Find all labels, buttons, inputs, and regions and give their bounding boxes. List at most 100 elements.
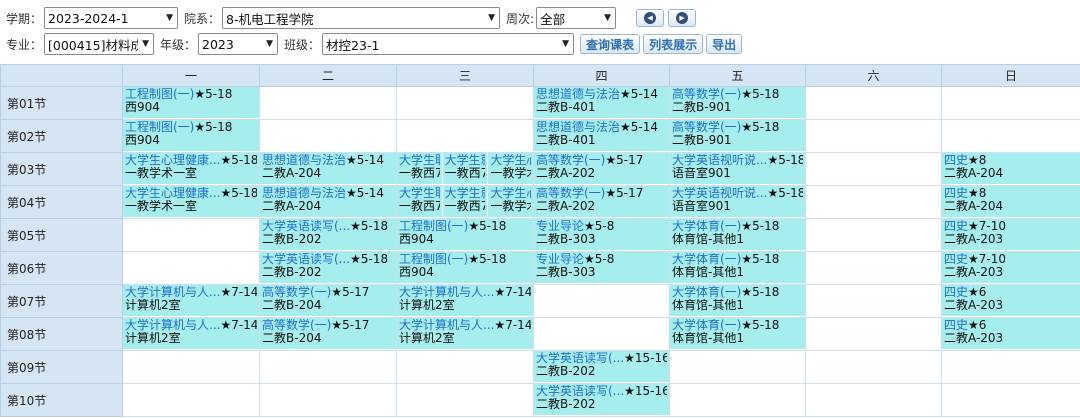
course-block[interactable]: 大学英语读写(...★15-16 二教B-202 — [534, 384, 669, 415]
course-block[interactable]: 大学生职一教西7 — [397, 153, 442, 184]
course-name-link[interactable]: 大学英语读写(... — [262, 220, 350, 233]
course-name-link[interactable]: 四史 — [944, 220, 968, 233]
course-name-link[interactable]: 大学体育(一) — [672, 220, 741, 233]
course-block[interactable]: 大学体育(一)★5-18 体育馆-其他1 — [670, 252, 805, 283]
course-name-link[interactable]: 高等数学(一) — [262, 286, 331, 299]
course-name-link[interactable]: 工程制图(一) — [125, 88, 194, 101]
course-block[interactable]: 大学生就一教西7 — [441, 186, 488, 217]
course-block[interactable]: 专业导论★5-8 二教B-303 — [534, 252, 669, 283]
course-name-link[interactable]: 专业导论 — [536, 253, 584, 266]
export-button[interactable]: 导出 — [706, 34, 743, 54]
course-name-link[interactable]: 大学生就 — [445, 187, 486, 200]
course-block[interactable]: 大学体育(一)★5-18 体育馆-其他1 — [670, 318, 805, 349]
course-block[interactable]: 工程制图(一)★5-18 西904 — [397, 252, 533, 283]
course-name-link[interactable]: 高等数学(一) — [672, 121, 741, 134]
course-block[interactable]: 思想道德与法治★5-14 二教B-401 — [534, 120, 669, 151]
course-name-link[interactable]: 大学计算机与人... — [399, 286, 494, 299]
course-name-link[interactable]: 高等数学(一) — [536, 187, 605, 200]
course-block[interactable]: 大学英语读写(...★5-18 二教B-202 — [260, 252, 396, 283]
course-name-link[interactable]: 大学英语读写(... — [262, 253, 350, 266]
course-name-link[interactable]: 大学生心理健康... — [125, 154, 220, 167]
course-block[interactable]: 大学生心理健康...★5-18 一教学术一室 — [123, 186, 259, 217]
course-block[interactable]: 大学计算机与人...★7-14 计算机2室 — [123, 285, 259, 316]
course-block[interactable]: 大学计算机与人...★7-14 计算机2室 — [397, 285, 533, 316]
course-name-link[interactable]: 工程制图(一) — [399, 253, 468, 266]
course-name-link[interactable]: 大学英语视听说... — [672, 187, 767, 200]
course-name-link[interactable]: 思想道德与法治 — [262, 187, 346, 200]
course-block[interactable]: 大学英语视听说...★5-18 语音室901 — [670, 186, 805, 217]
course-block[interactable]: 大学生职一教西7 — [397, 186, 442, 217]
course-block[interactable]: 大学体育(一)★5-18 体育馆-其他1 — [670, 219, 805, 250]
course-name-link[interactable]: 大学计算机与人... — [399, 319, 494, 332]
query-timetable-button[interactable]: 查询课表 — [580, 34, 641, 54]
course-block[interactable]: 四史★6 二教A-203 — [942, 318, 1080, 349]
course-name-link[interactable]: 大学体育(一) — [672, 253, 741, 266]
course-block[interactable]: 大学生就一教西7 — [441, 153, 488, 184]
course-name-link[interactable]: 大学生心 — [490, 187, 531, 200]
class-select[interactable]: 材控23-1 ▼ — [322, 33, 575, 55]
course-block[interactable]: 四史★8 二教A-204 — [942, 186, 1080, 217]
course-block[interactable]: 大学英语视听说...★5-18 语音室901 — [670, 153, 805, 184]
course-block[interactable]: 工程制图(一)★5-18 西904 — [123, 87, 259, 118]
list-view-button[interactable]: 列表展示 — [643, 34, 704, 54]
course-block[interactable]: 高等数学(一)★5-17 二教B-204 — [260, 285, 396, 316]
course-name-link[interactable]: 专业导论 — [536, 220, 584, 233]
course-name-link[interactable]: 思想道德与法治 — [536, 121, 620, 134]
course-name-link[interactable]: 思想道德与法治 — [262, 154, 346, 167]
course-block[interactable]: 高等数学(一)★5-18 二教B-901 — [670, 87, 805, 118]
course-block[interactable]: 工程制图(一)★5-18 西904 — [123, 120, 259, 151]
course-block[interactable]: 大学生心理健康...★5-18 一教学术一室 — [123, 153, 259, 184]
course-name-link[interactable]: 大学英语视听说... — [672, 154, 767, 167]
course-name-link[interactable]: 四史 — [944, 187, 968, 200]
course-name-link[interactable]: 大学生心理健康... — [125, 187, 220, 200]
next-week-button[interactable]: ▶ — [668, 9, 697, 27]
course-block[interactable]: 四史★7-10 二教A-203 — [942, 219, 1080, 250]
course-block[interactable]: 思想道德与法治★5-14 二教A-204 — [260, 153, 396, 184]
course-name-link[interactable]: 四史 — [944, 253, 968, 266]
course-name-link[interactable]: 大学英语读写(... — [536, 385, 624, 398]
course-block[interactable]: 高等数学(一)★5-17 二教A-202 — [534, 153, 669, 184]
course-name-link[interactable]: 大学计算机与人... — [125, 286, 220, 299]
prev-week-button[interactable]: ◀ — [636, 9, 665, 27]
grade-select[interactable]: 2023 ▼ — [198, 33, 279, 55]
course-name-link[interactable]: 高等数学(一) — [672, 88, 741, 101]
course-name-link[interactable]: 大学体育(一) — [672, 286, 741, 299]
course-block[interactable]: 大学英语读写(...★15-16 二教B-202 — [534, 351, 669, 382]
course-name-link[interactable]: 大学生职 — [399, 154, 440, 167]
course-block[interactable]: 大学计算机与人...★7-14 计算机2室 — [397, 318, 533, 349]
course-name-link[interactable]: 工程制图(一) — [399, 220, 468, 233]
course-block[interactable]: 四史★7-10 二教A-203 — [942, 252, 1080, 283]
course-block[interactable]: 大学生心一教学术 — [487, 153, 533, 184]
course-block[interactable]: 大学体育(一)★5-18 体育馆-其他1 — [670, 285, 805, 316]
course-name-link[interactable]: 四史 — [944, 286, 968, 299]
course-block[interactable]: 四史★8 二教A-204 — [942, 153, 1080, 184]
course-block[interactable]: 四史★6 二教A-203 — [942, 285, 1080, 316]
course-name-link[interactable]: 大学生职 — [399, 187, 440, 200]
course-block[interactable]: 专业导论★5-8 二教B-303 — [534, 219, 669, 250]
course-name-link[interactable]: 工程制图(一) — [125, 121, 194, 134]
course-name-link[interactable]: 大学生就 — [445, 154, 486, 167]
course-block[interactable]: 大学计算机与人...★7-14 计算机2室 — [123, 318, 259, 349]
course-block[interactable]: 思想道德与法治★5-14 二教B-401 — [534, 87, 669, 118]
major-select[interactable]: [000415]材料成型 ▼ — [44, 33, 155, 55]
course-name-link[interactable]: 高等数学(一) — [262, 319, 331, 332]
course-block[interactable]: 工程制图(一)★5-18 西904 — [397, 219, 533, 250]
course-room: 西904 — [125, 101, 160, 114]
course-block[interactable]: 高等数学(一)★5-17 二教A-202 — [534, 186, 669, 217]
course-block[interactable]: 高等数学(一)★5-18 二教B-901 — [670, 120, 805, 151]
course-block[interactable]: 大学英语读写(...★5-18 二教B-202 — [260, 219, 396, 250]
course-block[interactable]: 高等数学(一)★5-17 二教B-204 — [260, 318, 396, 349]
course-name-link[interactable]: 大学生心 — [490, 154, 531, 167]
term-select[interactable]: 2023-2024-1 ▼ — [44, 7, 179, 29]
course-name-link[interactable]: 大学体育(一) — [672, 319, 741, 332]
course-name-link[interactable]: 四史 — [944, 154, 968, 167]
dept-select[interactable]: 8-机电工程学院 ▼ — [222, 7, 501, 29]
week-select[interactable]: 全部 ▼ — [536, 7, 617, 29]
course-name-link[interactable]: 大学英语读写(... — [536, 352, 624, 365]
course-name-link[interactable]: 高等数学(一) — [536, 154, 605, 167]
course-name-link[interactable]: 思想道德与法治 — [536, 88, 620, 101]
course-name-link[interactable]: 四史 — [944, 319, 968, 332]
course-block[interactable]: 思想道德与法治★5-14 二教A-204 — [260, 186, 396, 217]
course-name-link[interactable]: 大学计算机与人... — [125, 319, 220, 332]
course-block[interactable]: 大学生心一教学术 — [487, 186, 533, 217]
